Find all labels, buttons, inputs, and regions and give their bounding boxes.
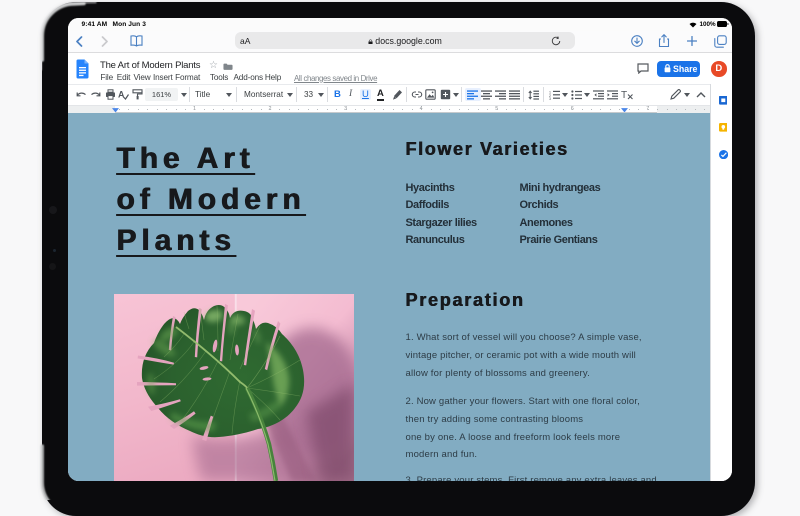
svg-text:T: T (621, 90, 627, 100)
svg-text:3: 3 (549, 97, 551, 100)
